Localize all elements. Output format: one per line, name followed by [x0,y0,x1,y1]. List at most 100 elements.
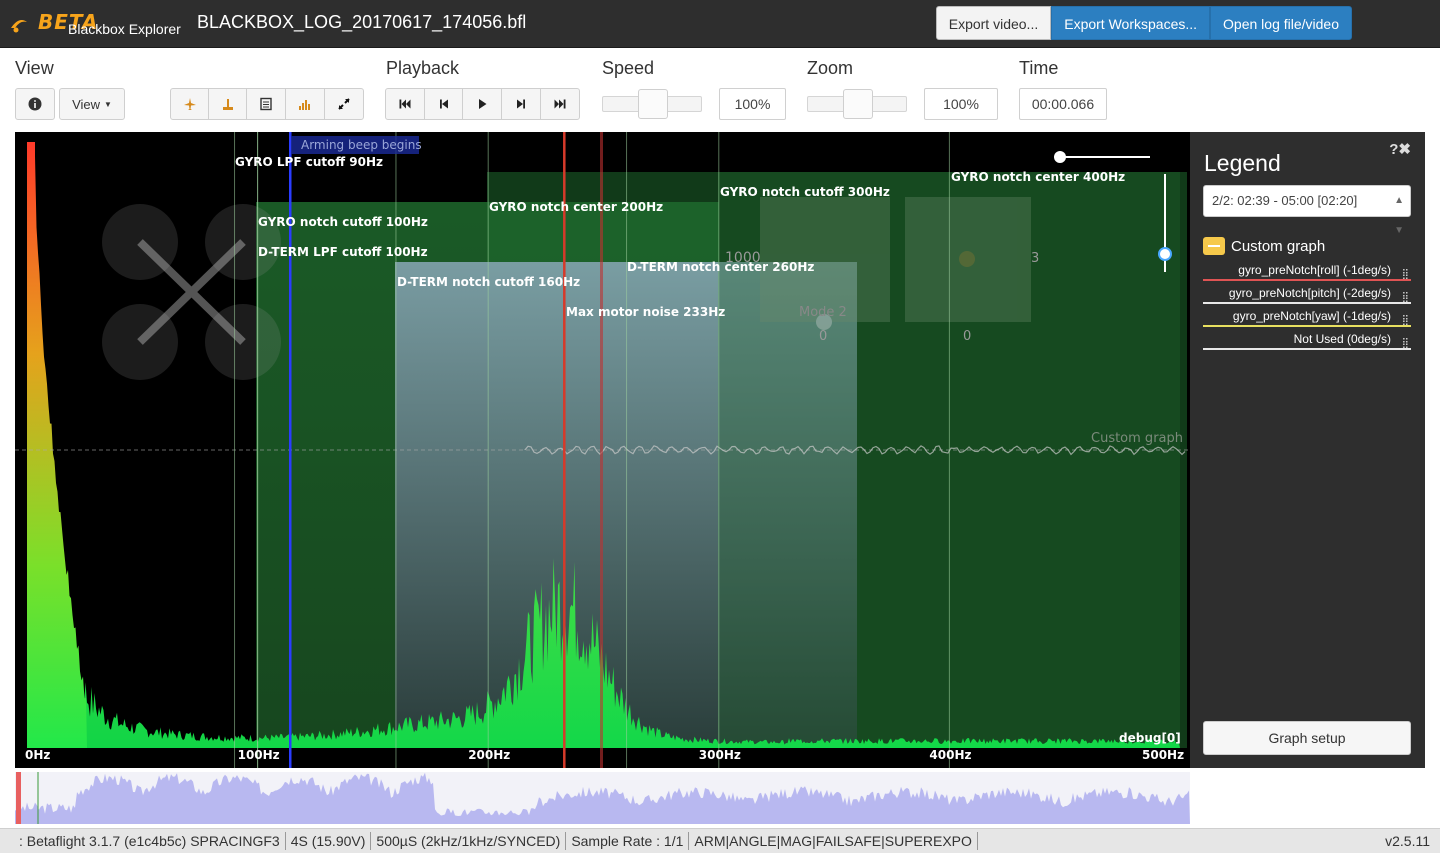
x-tick-label: 0Hz [25,748,51,762]
skip-start-button[interactable] [385,88,425,120]
legend-field-color [1203,325,1411,327]
max-motor-noise-label: Max motor noise 233Hz [566,305,726,319]
spectrum-low-band [27,142,87,748]
cursor-marker [600,132,603,768]
legend-field-label: Not Used (0deg/s) [1293,332,1391,346]
log-filename: BLACKBOX_LOG_20170617_174056.bfl [197,12,527,32]
open-log-button[interactable]: Open log file/video [1210,6,1352,40]
spectrum-toggle-icon[interactable]: ⣿ [1402,311,1409,331]
spectrum-toggle-icon[interactable]: ⣿ [1402,265,1409,285]
table-toggle-button[interactable] [246,88,286,120]
spectrum-toggle-icon[interactable]: ⣿ [1402,334,1409,354]
view-dropdown[interactable]: View ▼ [59,88,125,120]
legend-field[interactable]: Not Used (0deg/s) ⣿ [1203,329,1411,352]
x-tick-label: 500Hz [1142,748,1185,762]
legend-field-color [1203,279,1411,281]
gyro-lpf-label: GYRO LPF cutoff 90Hz [235,155,383,169]
gyro-notch-cutoff-100-label: GYRO notch cutoff 100Hz [258,215,428,229]
overlay-slider-handle[interactable] [1054,151,1066,163]
debug-label: debug[0] [1119,731,1181,745]
header-button-group: Export video... Export Workspaces... Ope… [935,6,1352,40]
dterm-notch-cutoff-label: D-TERM notch cutoff 160Hz [397,275,581,289]
table-icon [260,97,272,111]
log-range-value: 2/2: 02:39 - 05:00 [02:20] [1212,193,1358,208]
app-window: BETA Blackbox Explorer BLACKBOX_LOG_2017… [0,0,1440,853]
legend-field[interactable]: gyro_preNotch[pitch] (-2deg/s) ⣿ [1203,283,1411,306]
speed-slider[interactable] [602,89,702,119]
zoom-section-title: Zoom [807,58,854,78]
gyro-notch-center-200-label: GYRO notch center 200Hz [489,200,664,214]
legend-group[interactable]: Custom graph [1203,235,1325,257]
view-dropdown-label: View [72,96,101,112]
speed-slider-handle[interactable] [638,89,668,119]
speed-section-title: Speed [602,58,655,78]
play-icon [479,99,487,109]
legend-field-color [1203,348,1411,350]
spectrum-graph[interactable]: Arming beep begins GYRO LPF cutoff 90Hz … [15,132,1190,768]
view-section-title: View [15,58,54,78]
zoom-slider[interactable] [807,89,907,119]
craft-frame [137,239,246,345]
stick-right-bottom-label: 0 [963,329,972,344]
spectrum-toggle-icon[interactable]: ⣿ [1402,288,1409,308]
play-button[interactable] [462,88,502,120]
skip-end-icon [554,99,566,109]
step-forward-button[interactable] [501,88,541,120]
export-video-button[interactable]: Export video... [935,6,1052,40]
legend-group-label: Custom graph [1231,237,1326,255]
app-logo: BETA Blackbox Explorer [8,8,188,40]
log-range-select[interactable]: 2/2: 02:39 - 05:00 [02:20] ▲ ▼ [1203,185,1411,236]
legend-field-label: gyro_preNotch[roll] (-1deg/s) [1238,263,1391,277]
dterm-lpf-label: D-TERM LPF cutoff 100Hz [258,245,428,259]
step-back-button[interactable] [424,88,463,120]
export-workspaces-button[interactable]: Export Workspaces... [1051,6,1211,40]
log-overview[interactable] [15,772,1190,824]
logo-icon [11,20,27,33]
sticks-icon [222,99,233,110]
legend-field-label: gyro_preNotch[pitch] (-2deg/s) [1228,286,1391,300]
legend-field-label: gyro_preNotch[yaw] (-1deg/s) [1232,309,1391,323]
spectrum-canvas [15,132,1190,768]
zoom-slider-handle[interactable] [843,89,873,119]
legend-title: Legend [1204,150,1281,176]
custom-graph-label: Custom graph [1091,431,1183,446]
overview-cursor[interactable] [16,772,21,824]
select-arrows-icon: ▲ ▼ [1394,195,1404,236]
speed-value[interactable]: 100% [719,88,786,120]
legend-field[interactable]: gyro_preNotch[roll] (-1deg/s) ⣿ [1203,260,1411,283]
zoom-value[interactable]: 100% [924,88,998,120]
status-segment: 500µS (2kHz/1kHz/SYNCED) [371,832,567,850]
info-icon [28,97,42,111]
time-value[interactable]: 00:00.066 [1019,88,1107,120]
legend-field-color [1203,302,1411,304]
folder-icon [1203,237,1225,255]
craft-icon [183,98,196,110]
stick-left-bottom-label: 0 [819,329,828,344]
expand-button[interactable] [324,88,364,120]
x-tick-label: 400Hz [929,748,972,762]
overview-canvas [15,772,1190,824]
spectrum-icon [299,100,310,110]
spectrum-toggle-button[interactable] [285,88,325,120]
skip-start-icon [399,99,411,109]
arming-beep-label: Arming beep begins [301,138,422,152]
overlay-vslider-handle[interactable] [1158,247,1172,261]
legend-field[interactable]: gyro_preNotch[yaw] (-1deg/s) ⣿ [1203,306,1411,329]
info-button[interactable] [15,88,55,120]
x-tick-label: 100Hz [237,748,280,762]
sticks-toggle-button[interactable] [208,88,247,120]
step-back-icon [439,99,448,109]
expand-icon [338,98,350,110]
graph-setup-button[interactable]: Graph setup [1203,721,1411,755]
craft-toggle-button[interactable] [170,88,209,120]
skip-end-button[interactable] [540,88,580,120]
overview-series [15,772,1190,824]
status-segment: : Betaflight 3.1.7 (e1c4b5c) SPRACINGF3 [14,832,286,850]
gyro-notch-cutoff-300-label: GYRO notch cutoff 300Hz [720,185,890,199]
legend-close-icon[interactable]: ?✖ [1389,140,1411,158]
toolbar: View View ▼ Playback Speed 100% Zoom 100… [0,48,1440,132]
status-segments: : Betaflight 3.1.7 (e1c4b5c) SPRACINGF3 4… [0,832,978,850]
caret-down-icon: ▼ [104,99,112,109]
status-segment: Sample Rate : 1/1 [566,832,690,850]
status-bar: : Betaflight 3.1.7 (e1c4b5c) SPRACINGF3 4… [0,828,1440,853]
